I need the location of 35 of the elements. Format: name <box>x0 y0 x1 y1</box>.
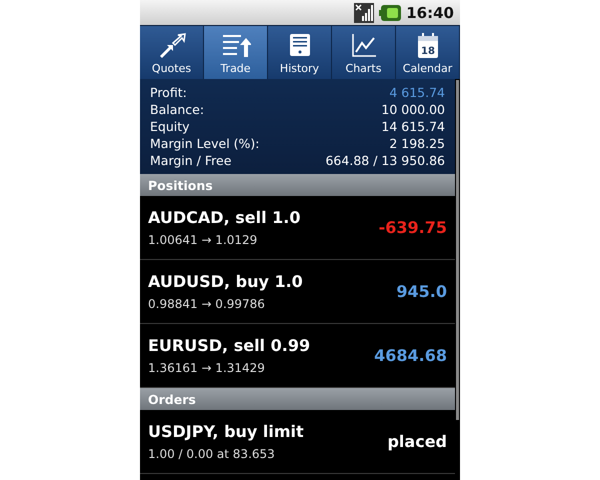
row-value: placed <box>387 432 447 451</box>
row-title: AUDCAD, sell 1.0 <box>148 208 300 227</box>
row-title: USDJPY, buy limit <box>148 422 304 441</box>
summary-value: 10 000.00 <box>381 102 445 117</box>
list-icon <box>220 33 250 59</box>
row-detail: 1.00641 → 1.0129 <box>148 233 258 247</box>
summary-label: Profit: <box>150 85 187 100</box>
row-detail: 0.98841 → 0.99786 <box>148 297 266 311</box>
summary-label: Equity <box>150 119 190 134</box>
row-value: 945.0 <box>396 282 447 301</box>
row-title: EURUSD, sell 0.99 <box>148 336 310 355</box>
signal-icon <box>354 2 374 22</box>
row-value: 4684.68 <box>374 346 447 365</box>
position-row[interactable]: AUDUSD, buy 1.0 0.98841 → 0.99786 945.0 <box>140 260 455 324</box>
chart-icon <box>350 33 376 59</box>
section-header: Orders <box>140 388 455 410</box>
summary-value: 14 615.74 <box>381 119 445 134</box>
summary-label: Balance: <box>150 102 204 117</box>
row-detail: 1.00 / 0.00 at 83.653 <box>148 447 276 461</box>
summary-value: 2 198.25 <box>389 136 445 151</box>
summary-label: Margin Level (%): <box>150 136 260 151</box>
section-header: Positions <box>140 174 455 196</box>
battery-icon <box>379 4 402 20</box>
clock-time: 16:40 <box>406 4 454 22</box>
summary-value: 664.88 / 13 950.86 <box>325 153 445 168</box>
row-title: AUDUSD, buy 1.0 <box>148 272 303 291</box>
document-icon <box>288 33 312 59</box>
summary-value: 4 615.74 <box>389 85 445 100</box>
tab[interactable]: Trade <box>204 26 268 79</box>
calendar-icon: 18 <box>416 33 440 59</box>
summary-label: Margin / Free <box>150 153 232 168</box>
position-row[interactable]: USDJPY, buy limit 1.00 / 0.00 at 83.653 placed <box>140 410 455 474</box>
row-value: -639.75 <box>378 218 447 237</box>
position-row[interactable]: AUDCAD, sell 1.0 1.00641 → 1.0129 -639.75 <box>140 196 455 260</box>
row-detail: 1.36161 → 1.31429 <box>148 361 266 375</box>
